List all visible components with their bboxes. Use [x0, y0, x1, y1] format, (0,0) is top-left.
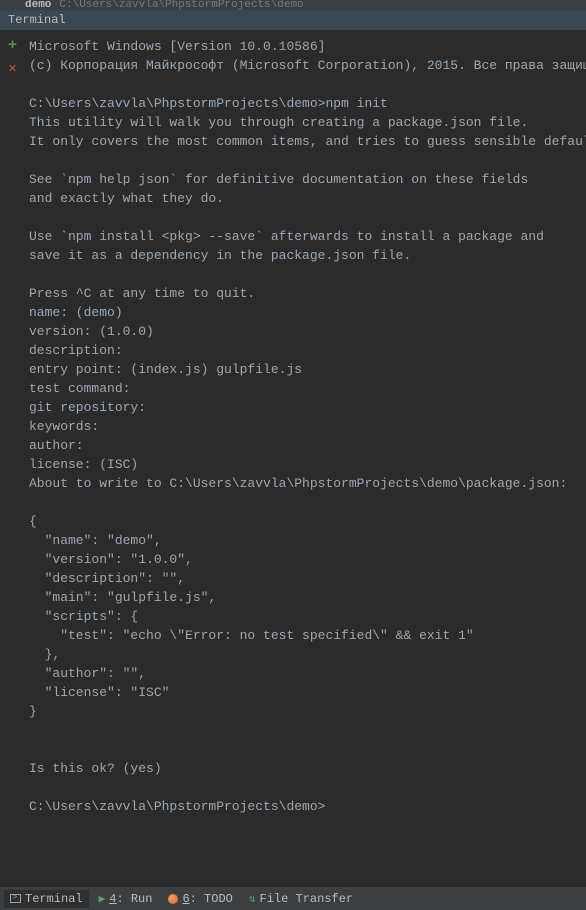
status-terminal-label: Terminal — [25, 892, 83, 906]
file-transfer-icon: ⇅ — [249, 892, 256, 906]
status-terminal-button[interactable]: Terminal — [4, 890, 89, 908]
new-session-icon[interactable]: + — [6, 39, 20, 53]
todo-key: 6 — [182, 892, 189, 906]
terminal-output[interactable]: Microsoft Windows [Version 10.0.10586] (… — [25, 31, 586, 886]
terminal-panel-body: + × Microsoft Windows [Version 10.0.1058… — [0, 31, 586, 886]
editor-tab-bar: demo C:\Users\zavvla\PhpstormProjects\de… — [0, 0, 586, 10]
terminal-side-toolbar: + × — [0, 31, 25, 886]
filetransfer-label: File Transfer — [260, 892, 354, 906]
close-session-icon[interactable]: × — [6, 63, 20, 77]
tab-path-hint: C:\Users\zavvla\PhpstormProjects\demo — [59, 0, 303, 10]
status-bar: Terminal ▶ 4: Run 6: TODO ⇅ File Transfe… — [0, 886, 586, 910]
status-run-button[interactable]: ▶ 4: Run — [93, 890, 159, 908]
run-icon: ▶ — [99, 892, 106, 906]
todo-label: : TODO — [190, 892, 233, 906]
terminal-icon — [10, 894, 21, 903]
status-todo-button[interactable]: 6: TODO — [162, 890, 238, 908]
status-filetransfer-button[interactable]: ⇅ File Transfer — [243, 890, 359, 908]
run-label: : Run — [116, 892, 152, 906]
terminal-panel-header[interactable]: Terminal — [0, 10, 586, 31]
todo-icon — [168, 894, 178, 904]
tab-project-name[interactable]: demo — [25, 0, 51, 10]
